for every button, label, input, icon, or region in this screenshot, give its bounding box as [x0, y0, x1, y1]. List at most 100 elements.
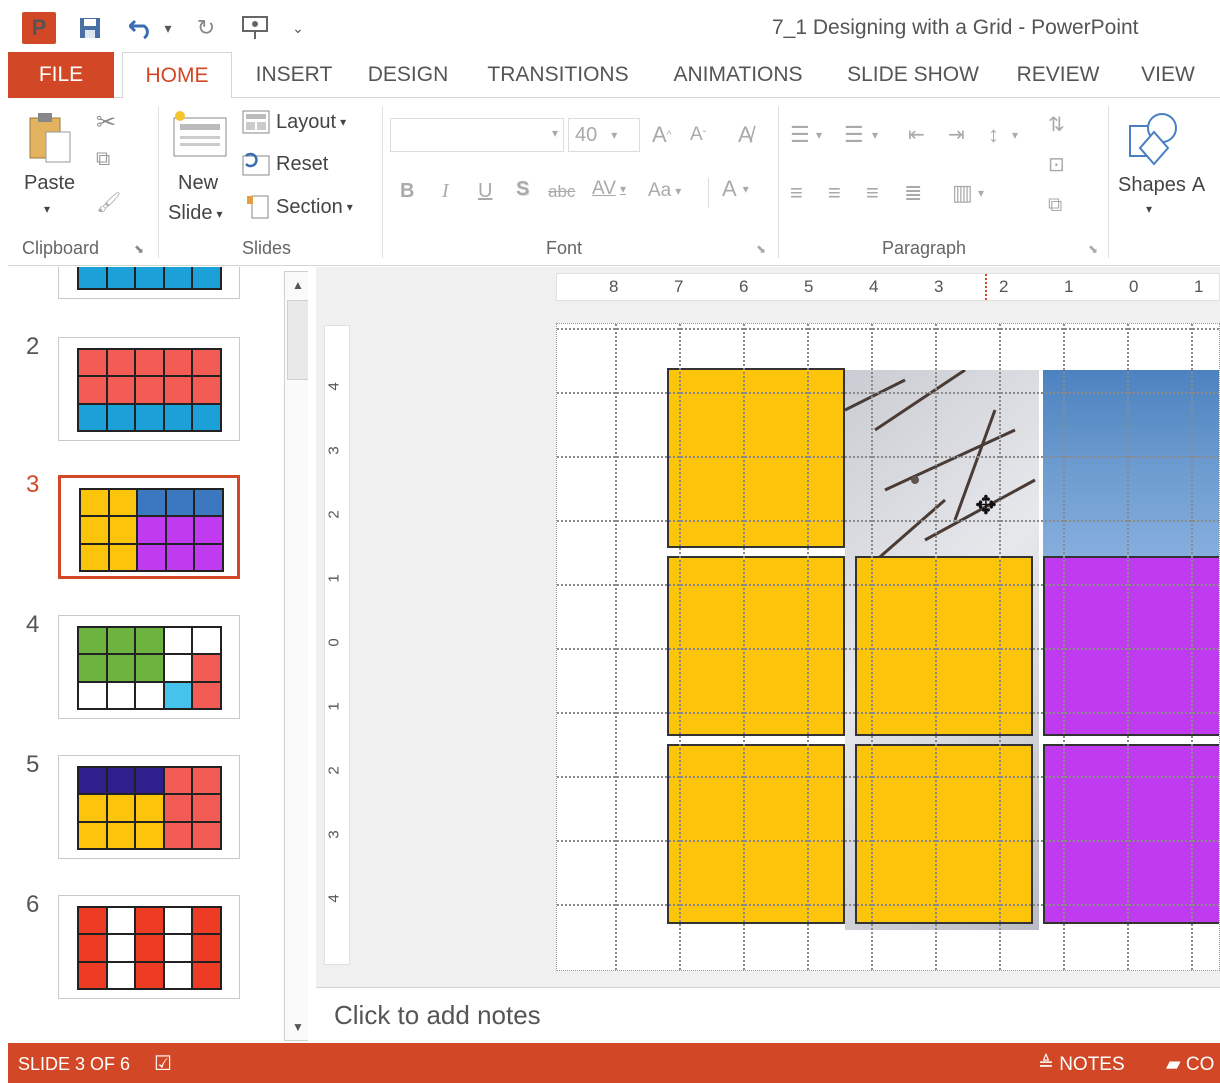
shrink-font-button[interactable]: Aˇ [690, 124, 706, 146]
paste-dropdown-icon[interactable]: ▾ [44, 202, 50, 216]
underline-button[interactable]: U [478, 180, 492, 203]
notes-pane[interactable]: Click to add notes [316, 987, 1220, 1043]
redo-icon[interactable]: ↻ [190, 12, 222, 44]
tab-slide-show[interactable]: SLIDE SHOW [838, 52, 988, 98]
thumbnail-cell [109, 544, 137, 570]
align-text-icon[interactable]: ⊡ [1048, 152, 1065, 177]
cut-icon[interactable]: ✂ [96, 108, 116, 137]
thumbnail-cell [193, 822, 220, 848]
align-left-icon[interactable]: ≡ [790, 180, 803, 206]
reset-button[interactable]: Reset [242, 152, 328, 176]
slide-thumbnail-6[interactable] [58, 895, 240, 999]
purple-tile[interactable] [1043, 556, 1219, 736]
slide-thumbnail-4[interactable] [58, 615, 240, 719]
tab-insert[interactable]: INSERT [244, 52, 344, 98]
decrease-indent-icon[interactable]: ⇤ [908, 122, 925, 147]
font-launcher-icon[interactable]: ⬊ [756, 242, 766, 256]
numbering-icon[interactable]: ☰ [844, 122, 864, 148]
tab-review[interactable]: REVIEW [1008, 52, 1108, 98]
clear-formatting-icon[interactable]: A̸ [738, 122, 753, 148]
yellow-tile[interactable] [855, 744, 1033, 924]
tab-design[interactable]: DESIGN [358, 52, 458, 98]
bullets-dropdown-icon[interactable]: ▾ [816, 128, 822, 142]
comments-button[interactable]: ▰ CO [1166, 1053, 1214, 1076]
yellow-tile[interactable] [667, 744, 845, 924]
purple-tile[interactable] [1043, 744, 1219, 924]
font-color-button[interactable]: A ▾ [722, 176, 749, 202]
columns-dropdown-icon[interactable]: ▾ [978, 186, 984, 200]
line-spacing-icon[interactable]: ↕ [988, 122, 999, 148]
bold-button[interactable]: B [400, 180, 414, 203]
font-name-dropdown-icon[interactable]: ▾ [552, 126, 558, 140]
slide-thumbnail-5[interactable] [58, 755, 240, 859]
thumbnail-cell [193, 682, 220, 708]
grow-font-button[interactable]: A ^ [652, 122, 671, 148]
shadow-button[interactable]: S [516, 178, 529, 201]
format-painter-icon[interactable]: 🖌 [96, 190, 121, 215]
character-spacing-button[interactable]: AV ▾ [592, 178, 626, 200]
bullets-icon[interactable]: ☰ [790, 122, 810, 148]
scroll-up-icon[interactable]: ▲ [285, 272, 308, 298]
save-icon[interactable] [74, 12, 106, 44]
tab-file[interactable]: FILE [8, 52, 114, 98]
tab-animations[interactable]: ANIMATIONS [660, 52, 816, 98]
font-name-input[interactable] [390, 118, 564, 152]
clipboard-launcher-icon[interactable]: ⬊ [134, 242, 144, 256]
new-slide-icon[interactable] [172, 110, 228, 160]
yellow-tile[interactable] [855, 556, 1033, 736]
slide-thumbnail-3[interactable] [58, 475, 240, 579]
undo-icon[interactable] [122, 12, 162, 44]
yellow-tile[interactable] [667, 556, 845, 736]
tab-transitions[interactable]: TRANSITIONS [478, 52, 638, 98]
shapes-dropdown-icon[interactable]: ▾ [1146, 202, 1152, 216]
horizontal-ruler[interactable]: 8 7 6 5 4 3 2 1 0 1 [556, 273, 1220, 301]
tab-home[interactable]: HOME [122, 52, 232, 99]
layout-button[interactable]: Layout ▾ [242, 110, 346, 134]
section-button[interactable]: Section ▾ [246, 194, 353, 220]
slide-thumbnail-1[interactable] [58, 267, 240, 299]
thumbnail-cell [193, 628, 220, 654]
convert-to-smartart-icon[interactable]: ⧉ [1048, 194, 1062, 217]
paragraph-launcher-icon[interactable]: ⬊ [1088, 242, 1098, 256]
align-center-icon[interactable]: ≡ [828, 180, 841, 206]
vertical-ruler[interactable]: 4 3 2 1 0 1 2 3 4 [324, 325, 350, 965]
undo-dropdown-icon[interactable]: ▾ [160, 12, 176, 44]
change-case-button[interactable]: Aa ▾ [648, 180, 681, 202]
arrange-button-partial[interactable]: A [1192, 174, 1205, 197]
start-presentation-icon[interactable] [236, 12, 276, 44]
line-spacing-dropdown-icon[interactable]: ▾ [1012, 128, 1018, 142]
ruler-tick-label: 2 [999, 277, 1009, 296]
align-right-icon[interactable]: ≡ [866, 180, 879, 206]
customize-qat-icon[interactable]: ⌄ [290, 12, 306, 44]
thumbnail-cell [136, 655, 163, 681]
paste-icon[interactable] [26, 110, 72, 166]
copy-icon[interactable]: ⧉ [96, 148, 110, 171]
slide-thumbnail-2[interactable] [58, 337, 240, 441]
tab-view[interactable]: VIEW [1128, 52, 1208, 98]
notes-button[interactable]: ≜ NOTES [1038, 1053, 1125, 1076]
sky-photo[interactable] [1043, 370, 1219, 558]
scroll-down-icon[interactable]: ▼ [285, 1014, 308, 1040]
shapes-button[interactable]: Shapes A [1118, 174, 1205, 197]
scrollbar-thumb[interactable] [287, 300, 308, 380]
gridline [679, 324, 681, 970]
numbering-dropdown-icon[interactable]: ▾ [872, 128, 878, 142]
strikethrough-button[interactable]: abc [548, 182, 575, 202]
paste-button[interactable]: Paste [24, 172, 75, 195]
thumbnail-scrollbar[interactable]: ▲ ▼ [284, 271, 308, 1041]
font-size-input[interactable]: 40 ▾ [568, 118, 640, 152]
new-slide-line1[interactable]: New [178, 172, 218, 195]
text-direction-icon[interactable]: ⇅ [1048, 112, 1065, 137]
increase-indent-icon[interactable]: ⇥ [948, 122, 965, 147]
italic-button[interactable]: I [442, 180, 449, 203]
shapes-icon[interactable] [1124, 108, 1184, 168]
slide-canvas[interactable]: ✥ [556, 323, 1220, 971]
notes-placeholder[interactable]: Click to add notes [334, 1000, 541, 1031]
notes-icon: ≜ [1038, 1054, 1054, 1075]
spell-check-icon[interactable]: ☑ [154, 1051, 172, 1076]
new-slide-button[interactable]: Slide ▾ [168, 202, 223, 225]
justify-icon[interactable]: ≣ [904, 180, 922, 206]
thumbnail-cell [136, 377, 163, 403]
columns-icon[interactable]: ▥ [952, 180, 973, 206]
thumbnail-cell [107, 962, 135, 988]
